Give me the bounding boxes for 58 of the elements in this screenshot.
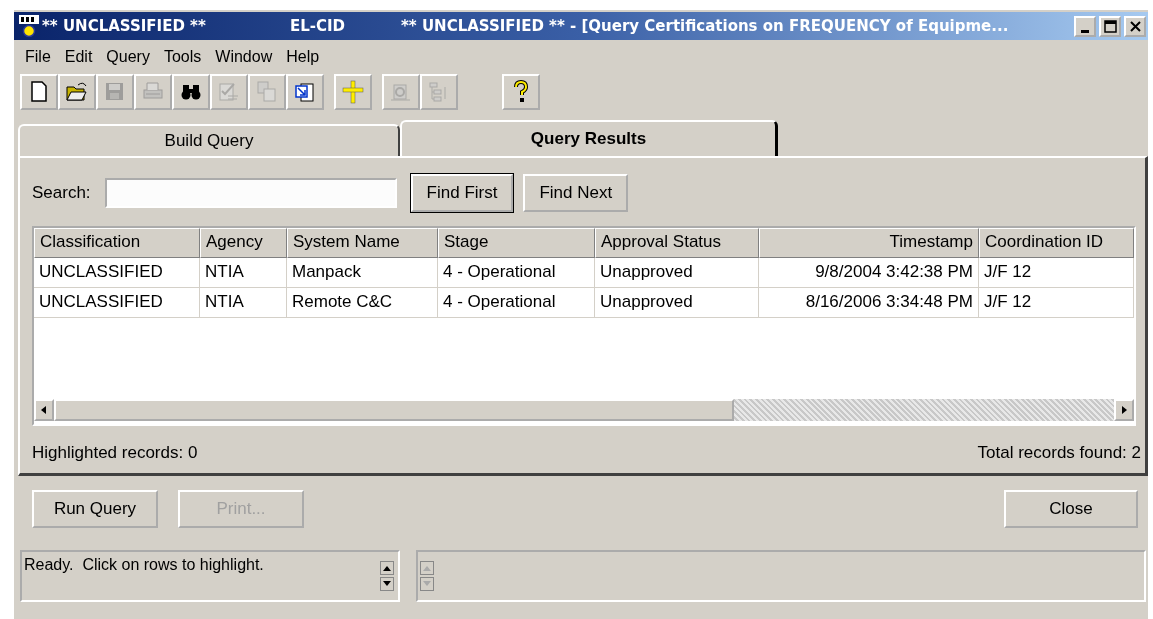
table-cell: 9/8/2004 3:42:38 PM bbox=[759, 258, 979, 288]
window-title: ** UNCLASSIFIED ** bbox=[42, 17, 207, 35]
table-cell: J/F 12 bbox=[979, 258, 1134, 288]
app-logo-icon bbox=[18, 14, 40, 38]
menu-item[interactable]: Query bbox=[99, 46, 157, 68]
find-button[interactable]: Find First bbox=[410, 174, 514, 212]
toolbar-button[interactable] bbox=[502, 74, 540, 110]
column-header[interactable]: Stage bbox=[438, 228, 595, 258]
menu-item[interactable]: Help bbox=[279, 46, 327, 68]
highlighted-count: Highlighted records: 0 bbox=[32, 443, 198, 463]
window-title: ** UNCLASSIFIED ** - [Query Certifications on FREQUENCY of Equipme... bbox=[401, 17, 1009, 35]
tab[interactable]: Query Results bbox=[400, 120, 778, 156]
scroll-thumb[interactable] bbox=[54, 399, 734, 421]
total-count: Total records found: 2 bbox=[977, 443, 1141, 463]
scroll-right-icon[interactable] bbox=[1114, 399, 1134, 421]
close-button[interactable] bbox=[1124, 15, 1146, 37]
find-button[interactable]: Find Next bbox=[523, 174, 629, 212]
minimize-button[interactable] bbox=[1074, 15, 1096, 37]
tab[interactable]: Build Query bbox=[18, 124, 400, 156]
close-icon bbox=[1127, 18, 1143, 34]
menu-item[interactable]: File bbox=[18, 46, 58, 68]
horizontal-scrollbar[interactable] bbox=[34, 399, 1134, 421]
plus-icon bbox=[340, 79, 366, 105]
action-button[interactable]: Close bbox=[1004, 490, 1138, 528]
minimize-icon bbox=[1081, 29, 1089, 33]
column-header[interactable]: System Name bbox=[287, 228, 438, 258]
table-cell: J/F 12 bbox=[979, 288, 1134, 318]
search-field[interactable] bbox=[104, 178, 397, 208]
column-header[interactable]: Classification bbox=[34, 228, 200, 258]
table-cell: NTIA bbox=[200, 288, 287, 318]
table-cell: Unapproved bbox=[595, 288, 759, 318]
toolbar-button[interactable] bbox=[58, 74, 96, 110]
column-header[interactable]: Timestamp bbox=[759, 228, 979, 258]
column-header[interactable]: Coordination ID bbox=[979, 228, 1134, 258]
table-cell: NTIA bbox=[200, 258, 287, 288]
maximize-button[interactable] bbox=[1099, 15, 1121, 37]
window-title: EL-CID bbox=[290, 17, 347, 35]
scroll-left-icon[interactable] bbox=[34, 399, 54, 421]
table-cell: Manpack bbox=[287, 258, 438, 288]
menu-item[interactable]: Tools bbox=[156, 46, 209, 68]
table-cell: Unapproved bbox=[595, 258, 759, 288]
menu-item[interactable]: Edit bbox=[57, 46, 100, 68]
toolbar-button[interactable] bbox=[286, 74, 324, 110]
toolbar-button[interactable] bbox=[172, 74, 210, 110]
table-cell: 4 - Operational bbox=[438, 288, 595, 318]
table-cell: Remote C&C bbox=[287, 288, 438, 318]
action-button[interactable]: Run Query bbox=[32, 490, 158, 528]
search-label: Search: bbox=[32, 183, 91, 203]
table-cell: 4 - Operational bbox=[438, 258, 595, 288]
maximize-icon bbox=[1102, 18, 1118, 34]
table-cell: 8/16/2006 3:34:48 PM bbox=[759, 288, 979, 318]
status-message: Ready. Click on rows to highlight. bbox=[24, 556, 264, 575]
menu-item[interactable]: Window bbox=[208, 46, 280, 68]
table-cell: UNCLASSIFIED bbox=[34, 258, 200, 288]
column-header[interactable]: Agency bbox=[200, 228, 287, 258]
column-header[interactable]: Approval Status bbox=[595, 228, 759, 258]
table-cell: UNCLASSIFIED bbox=[34, 288, 200, 318]
toolbar-button[interactable] bbox=[20, 74, 58, 110]
